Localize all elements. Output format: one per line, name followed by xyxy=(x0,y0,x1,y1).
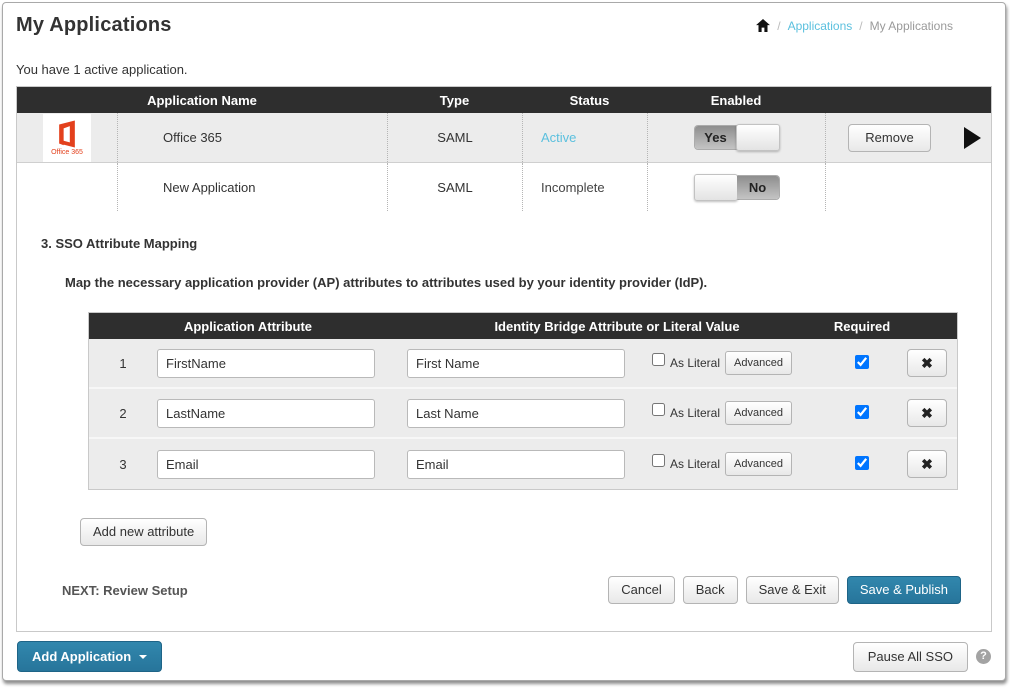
breadcrumb-separator: / xyxy=(777,19,780,33)
attribute-mapping-row: 2 As Literal Advanced ✖ xyxy=(89,389,957,439)
active-application-summary: You have 1 active application. xyxy=(16,62,1005,77)
caret-down-icon xyxy=(139,655,147,659)
as-literal-label: As Literal xyxy=(670,406,720,420)
column-header-status: Status xyxy=(522,93,647,108)
remove-attribute-button[interactable]: ✖ xyxy=(907,450,947,478)
application-name: New Application xyxy=(117,163,387,211)
application-row-new-application: New Application SAML Incomplete No xyxy=(17,163,991,211)
attribute-mapping-table: Application Attribute Identity Bridge At… xyxy=(88,312,958,490)
as-literal-checkbox[interactable] xyxy=(652,353,665,366)
application-status: Incomplete xyxy=(541,180,605,195)
add-application-dropdown-button[interactable]: Add Application xyxy=(17,641,162,672)
column-header-identity-bridge-attribute: Identity Bridge Attribute or Literal Val… xyxy=(407,319,827,334)
required-checkbox[interactable] xyxy=(855,456,869,470)
column-header-enabled: Enabled xyxy=(647,93,825,108)
cancel-button[interactable]: Cancel xyxy=(608,576,674,604)
pause-all-sso-button[interactable]: Pause All SSO xyxy=(853,642,968,672)
help-icon[interactable]: ? xyxy=(976,649,991,664)
back-button[interactable]: Back xyxy=(683,576,738,604)
breadcrumb-current: My Applications xyxy=(870,19,953,33)
application-status: Active xyxy=(541,130,576,145)
advanced-button[interactable]: Advanced xyxy=(725,401,792,425)
toggle-no-label: No xyxy=(737,176,779,199)
attribute-mapping-table-header: Application Attribute Identity Bridge At… xyxy=(89,313,957,339)
application-name: Office 365 xyxy=(117,113,387,162)
toggle-knob xyxy=(736,124,780,151)
save-and-exit-button[interactable]: Save & Exit xyxy=(746,576,839,604)
as-literal-label: As Literal xyxy=(670,356,720,370)
panel-footer: NEXT: Review Setup Cancel Back Save & Ex… xyxy=(62,576,961,631)
breadcrumb: / Applications / My Applications xyxy=(756,19,953,33)
expand-arrow-icon[interactable] xyxy=(964,127,981,149)
application-attribute-input[interactable] xyxy=(157,450,375,479)
sso-mapping-instruction: Map the necessary application provider (… xyxy=(65,275,991,290)
save-and-publish-button[interactable]: Save & Publish xyxy=(847,576,961,604)
attribute-mapping-row: 1 As Literal Advanced ✖ xyxy=(89,339,957,389)
as-literal-checkbox[interactable] xyxy=(652,403,665,416)
row-number: 3 xyxy=(89,457,157,472)
attribute-mapping-row: 3 As Literal Advanced ✖ xyxy=(89,439,957,489)
breadcrumb-separator: / xyxy=(859,19,862,33)
breadcrumb-link-applications[interactable]: Applications xyxy=(788,19,853,33)
identity-bridge-attribute-input[interactable] xyxy=(407,349,625,378)
bottom-bar: Add Application Pause All SSO ? xyxy=(17,641,991,672)
advanced-button[interactable]: Advanced xyxy=(725,351,792,375)
office-365-logo-icon: Office 365 xyxy=(43,114,91,162)
as-literal-label: As Literal xyxy=(670,457,720,471)
next-step-label: NEXT: Review Setup xyxy=(62,583,188,598)
advanced-button[interactable]: Advanced xyxy=(725,452,792,476)
content-panel: Application Name Type Status Enabled Off… xyxy=(16,86,992,632)
enabled-toggle-office-365[interactable]: Yes xyxy=(694,125,780,150)
app-window: My Applications / Applications / My Appl… xyxy=(2,2,1006,681)
application-row-office-365: Office 365 Office 365 SAML Active Yes Re… xyxy=(17,113,991,163)
sso-attribute-mapping-heading: 3. SSO Attribute Mapping xyxy=(41,236,991,251)
remove-attribute-button[interactable]: ✖ xyxy=(907,349,947,377)
column-header-application-attribute: Application Attribute xyxy=(89,319,407,334)
required-checkbox[interactable] xyxy=(855,405,869,419)
page-header: My Applications / Applications / My Appl… xyxy=(3,3,1005,37)
row-number: 2 xyxy=(89,406,157,421)
toggle-knob xyxy=(694,174,738,201)
add-new-attribute-button[interactable]: Add new attribute xyxy=(80,518,207,546)
add-application-label: Add Application xyxy=(32,649,131,664)
remove-button[interactable]: Remove xyxy=(848,124,930,152)
column-header-type: Type xyxy=(387,93,522,108)
office-365-logo-label: Office 365 xyxy=(51,149,83,156)
required-checkbox[interactable] xyxy=(855,355,869,369)
identity-bridge-attribute-input[interactable] xyxy=(407,450,625,479)
enabled-toggle-new-application[interactable]: No xyxy=(694,175,780,200)
remove-attribute-button[interactable]: ✖ xyxy=(907,399,947,427)
applications-table-header: Application Name Type Status Enabled xyxy=(17,87,991,113)
as-literal-checkbox[interactable] xyxy=(652,454,665,467)
application-attribute-input[interactable] xyxy=(157,399,375,428)
home-icon[interactable] xyxy=(756,19,770,32)
application-type: SAML xyxy=(387,113,522,162)
column-header-required: Required xyxy=(827,319,897,334)
row-number: 1 xyxy=(89,356,157,371)
column-header-application-name: Application Name xyxy=(17,93,387,108)
application-type: SAML xyxy=(387,163,522,211)
application-attribute-input[interactable] xyxy=(157,349,375,378)
toggle-yes-label: Yes xyxy=(695,126,737,149)
identity-bridge-attribute-input[interactable] xyxy=(407,399,625,428)
